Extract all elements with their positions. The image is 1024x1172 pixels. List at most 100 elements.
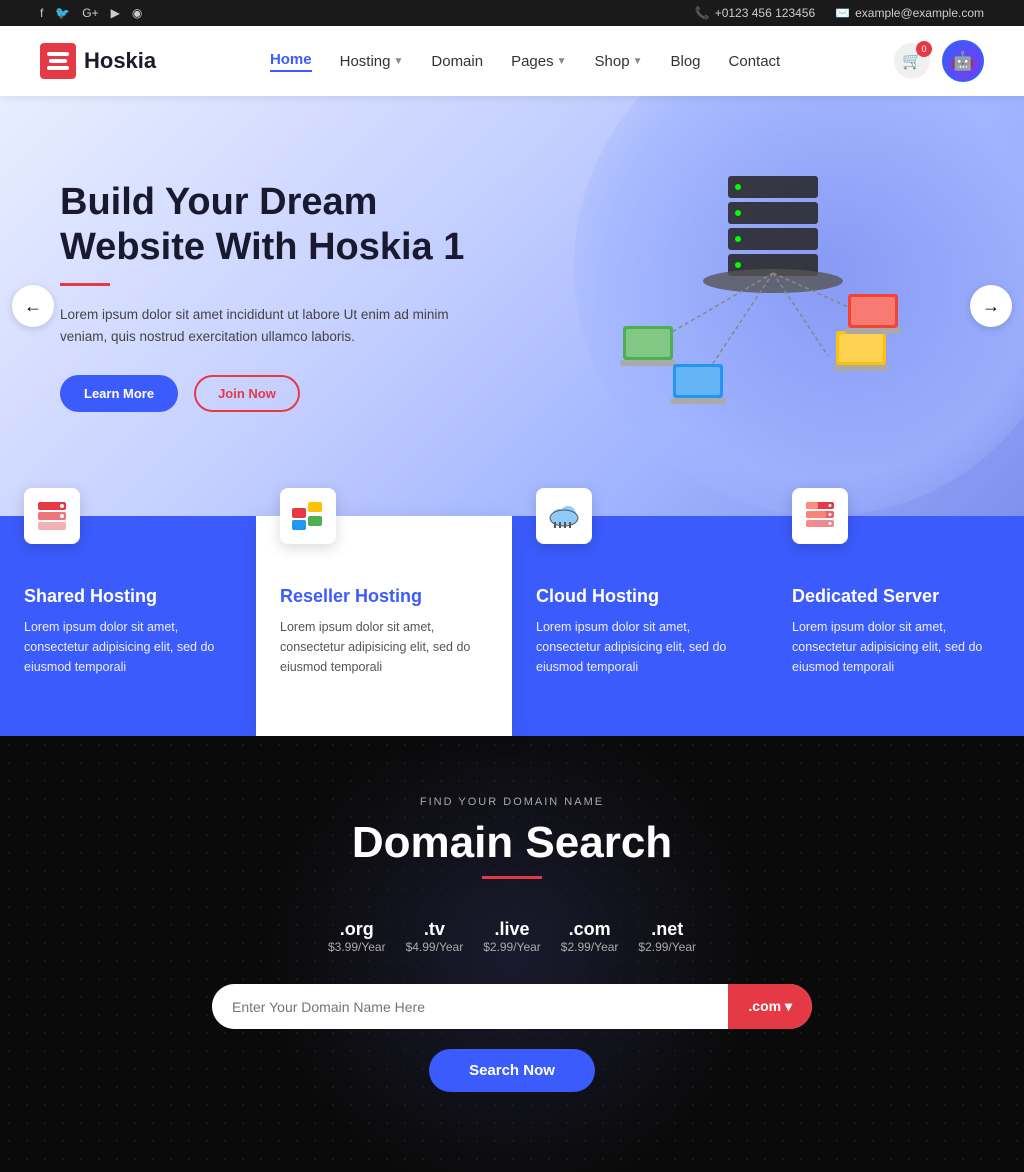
- tld-live-price: $2.99/Year: [483, 940, 541, 954]
- nav-domain[interactable]: Domain: [431, 53, 483, 70]
- domain-subtitle: FIND YOUR DOMAIN NAME: [40, 796, 984, 808]
- contact-info: 📞 +0123 456 123456 ✉️ example@example.co…: [695, 6, 984, 20]
- hero-image: [512, 156, 964, 436]
- phone-contact: 📞 +0123 456 123456: [695, 6, 815, 20]
- tld-tv-name: .tv: [406, 919, 464, 940]
- domain-search-input[interactable]: [212, 984, 728, 1029]
- cloud-hosting-icon: [536, 488, 592, 544]
- cloud-hosting-content: Cloud Hosting Lorem ipsum dolor sit amet…: [536, 586, 744, 677]
- reseller-icon: [290, 498, 326, 534]
- domain-extension-label: .com ▾: [748, 998, 792, 1015]
- shared-hosting-desc: Lorem ipsum dolor sit amet, consectetur …: [24, 617, 232, 677]
- logo-bar-2: [49, 59, 67, 63]
- shared-hosting-content: Shared Hosting Lorem ipsum dolor sit ame…: [24, 586, 232, 677]
- service-dedicated-server: Dedicated Server Lorem ipsum dolor sit a…: [768, 516, 1024, 736]
- hero-underline: [60, 283, 110, 286]
- nav-shop[interactable]: Shop ▼: [595, 53, 643, 70]
- dedicated-server-desc: Lorem ipsum dolor sit amet, consectetur …: [792, 617, 1000, 677]
- reseller-hosting-icon-wrap: [280, 488, 336, 544]
- hero-buttons: Learn More Join Now: [60, 375, 512, 412]
- instagram-icon[interactable]: ◉: [132, 6, 142, 20]
- hero-next-button[interactable]: →: [970, 285, 1012, 327]
- hero-prev-button[interactable]: ←: [12, 285, 54, 327]
- nav-blog[interactable]: Blog: [670, 53, 700, 70]
- domain-search-button[interactable]: Search Now: [429, 1049, 595, 1092]
- service-reseller-hosting: Reseller Hosting Lorem ipsum dolor sit a…: [256, 516, 512, 736]
- hero-content: Build Your Dream Website With Hoskia 1 L…: [60, 180, 512, 412]
- services-grid: Shared Hosting Lorem ipsum dolor sit ame…: [0, 516, 1024, 736]
- service-shared-hosting: Shared Hosting Lorem ipsum dolor sit ame…: [0, 516, 256, 736]
- email-icon: ✉️: [835, 6, 850, 20]
- logo-bar-1: [47, 52, 69, 56]
- avatar-icon: 🤖: [952, 51, 974, 72]
- domain-search-bar: .com ▾: [212, 984, 812, 1029]
- dedicated-server-icon-wrap: [792, 488, 848, 544]
- cloud-hosting-icon-wrap: [536, 488, 592, 544]
- logo-icon: [40, 43, 76, 79]
- social-links: f 🐦 G+ ▶ ◉: [40, 6, 142, 20]
- nav-hosting[interactable]: Hosting ▼: [340, 53, 404, 70]
- email-contact: ✉️ example@example.com: [835, 6, 984, 20]
- cart-button[interactable]: 🛒 0: [894, 43, 930, 79]
- service-cloud-hosting: Cloud Hosting Lorem ipsum dolor sit amet…: [512, 516, 768, 736]
- shared-hosting-icon-wrap: [24, 488, 80, 544]
- services-container: Shared Hosting Lorem ipsum dolor sit ame…: [0, 516, 1024, 736]
- phone-icon: 📞: [695, 6, 710, 20]
- hero-title: Build Your Dream Website With Hoskia 1: [60, 180, 512, 271]
- pages-arrow: ▼: [557, 56, 567, 67]
- tld-com-price: $2.99/Year: [561, 940, 619, 954]
- logo[interactable]: Hoskia: [40, 43, 156, 79]
- tld-org: .org $3.99/Year: [328, 919, 386, 954]
- reseller-hosting-icon: [280, 488, 336, 544]
- tld-org-price: $3.99/Year: [328, 940, 386, 954]
- dedicated-icon: [802, 498, 838, 534]
- server-illustration: [568, 156, 908, 436]
- domain-extension-select[interactable]: .com ▾: [728, 984, 812, 1029]
- tld-net: .net $2.99/Year: [638, 919, 696, 954]
- tld-live-name: .live: [483, 919, 541, 940]
- logo-text: Hoskia: [84, 48, 156, 74]
- dedicated-server-title: Dedicated Server: [792, 586, 1000, 607]
- reseller-hosting-title: Reseller Hosting: [280, 586, 488, 607]
- email-address: example@example.com: [855, 6, 984, 20]
- cloud-hosting-title: Cloud Hosting: [536, 586, 744, 607]
- twitter-icon[interactable]: 🐦: [55, 6, 70, 20]
- tld-org-name: .org: [328, 919, 386, 940]
- reseller-hosting-desc: Lorem ipsum dolor sit amet, consectetur …: [280, 617, 488, 677]
- tld-tv: .tv $4.99/Year: [406, 919, 464, 954]
- tld-live: .live $2.99/Year: [483, 919, 541, 954]
- cart-badge: 0: [916, 41, 932, 57]
- dedicated-server-icon: [792, 488, 848, 544]
- hero-section: ← Build Your Dream Website With Hoskia 1…: [0, 96, 1024, 516]
- facebook-icon[interactable]: f: [40, 6, 43, 20]
- phone-number: +0123 456 123456: [715, 6, 815, 20]
- domain-section: FIND YOUR DOMAIN NAME Domain Search .org…: [0, 736, 1024, 1172]
- youtube-icon[interactable]: ▶: [111, 6, 120, 20]
- hosting-arrow: ▼: [393, 56, 403, 67]
- shop-arrow: ▼: [633, 56, 643, 67]
- hero-description: Lorem ipsum dolor sit amet incididunt ut…: [60, 304, 480, 347]
- tld-com: .com $2.99/Year: [561, 919, 619, 954]
- user-avatar[interactable]: 🤖: [942, 40, 984, 82]
- tld-net-name: .net: [638, 919, 696, 940]
- domain-title: Domain Search: [40, 818, 984, 868]
- nav-home[interactable]: Home: [270, 51, 312, 72]
- cloud-hosting-desc: Lorem ipsum dolor sit amet, consectetur …: [536, 617, 744, 677]
- header-right: 🛒 0 🤖: [894, 40, 984, 82]
- shared-hosting-icon: [24, 488, 80, 544]
- domain-underline: [482, 876, 542, 879]
- header: Hoskia Home Hosting ▼ Domain Pages ▼ Sho…: [0, 26, 1024, 96]
- server-stack-icon: [34, 498, 70, 534]
- main-nav: Home Hosting ▼ Domain Pages ▼ Shop ▼ Blo…: [270, 51, 780, 72]
- tld-tv-price: $4.99/Year: [406, 940, 464, 954]
- shared-hosting-title: Shared Hosting: [24, 586, 232, 607]
- tld-net-price: $2.99/Year: [638, 940, 696, 954]
- join-now-button[interactable]: Join Now: [194, 375, 300, 412]
- cloud-icon: [546, 498, 582, 534]
- googleplus-icon[interactable]: G+: [82, 6, 98, 20]
- learn-more-button[interactable]: Learn More: [60, 375, 178, 412]
- reseller-hosting-content: Reseller Hosting Lorem ipsum dolor sit a…: [280, 586, 488, 677]
- nav-pages[interactable]: Pages ▼: [511, 53, 566, 70]
- dedicated-server-content: Dedicated Server Lorem ipsum dolor sit a…: [792, 586, 1000, 677]
- nav-contact[interactable]: Contact: [729, 53, 781, 70]
